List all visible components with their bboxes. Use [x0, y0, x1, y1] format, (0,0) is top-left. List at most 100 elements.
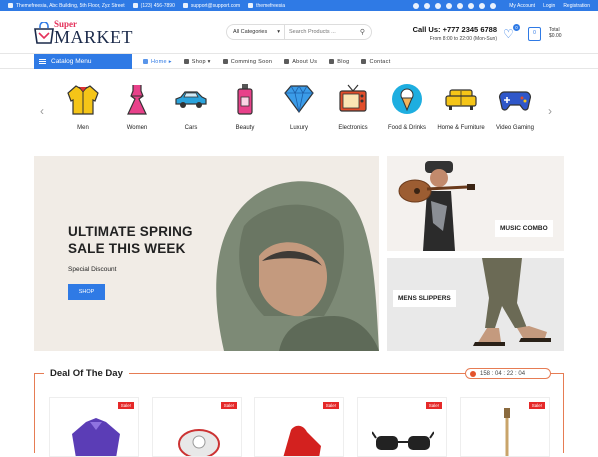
wishlist-button[interactable]: ♡ 0 [503, 24, 520, 41]
flickr-icon[interactable] [468, 2, 475, 9]
site-header: Super MARKET All Categories ▾ ⚲ Call Us: … [0, 11, 598, 53]
category-luxury[interactable]: Luxury [274, 80, 324, 132]
skype-text[interactable]: themefreesia [256, 3, 285, 9]
category-home-furniture[interactable]: Home & Furniture [436, 80, 486, 132]
phone-text[interactable]: (123) 456-7890 [141, 3, 175, 9]
hero-heading-line-2: SALE THIS WEEK [68, 241, 186, 256]
product-image [504, 408, 510, 456]
dribbble-icon[interactable] [446, 2, 453, 9]
promo-mens-slippers[interactable]: MENS SLIPPERS [387, 258, 564, 351]
chevron-right-icon[interactable]: › [548, 104, 552, 118]
category-video-gaming[interactable]: Video Gaming [490, 80, 540, 132]
product-card[interactable]: Sale! [49, 397, 139, 457]
sale-badge: Sale! [117, 402, 134, 409]
nav-item-shop[interactable]: Shop ▾ [183, 58, 211, 65]
shop-button[interactable]: SHOP [68, 284, 105, 300]
category-label: Video Gaming [496, 125, 534, 131]
email-info[interactable]: support@support.com [182, 3, 240, 9]
nav-item-about-us[interactable]: About Us [284, 59, 317, 65]
nav-item-contact[interactable]: Contact [361, 59, 390, 65]
promo-music-combo[interactable]: MUSIC COMBO [387, 156, 564, 251]
hero-banner[interactable]: ULTIMATE SPRING SALE THIS WEEK Special D… [34, 156, 379, 351]
category-food-drinks[interactable]: Food & Drinks [382, 80, 432, 132]
promo-label: MUSIC COMBO [495, 220, 553, 237]
category-women[interactable]: Women [112, 80, 162, 132]
category-label: Cars [184, 125, 198, 131]
site-logo[interactable]: Super MARKET [34, 18, 133, 50]
skype-icon [248, 3, 254, 8]
deal-countdown-timer: 158 : 04 : 22 : 04 [465, 368, 551, 379]
registration-link[interactable]: Registration [563, 3, 590, 9]
hooded-man-image [216, 181, 379, 351]
cart-count: 0 [533, 30, 536, 36]
nav-item-blog[interactable]: Blog [329, 59, 349, 65]
category-label: Women [126, 125, 148, 131]
top-bar: Themefreesia, Abc Building, 5th Floor, Z… [0, 0, 598, 11]
catalog-menu-button[interactable]: Catalog Menu [34, 54, 132, 69]
hamburger-icon [39, 59, 46, 64]
nav-item-label: About Us [292, 58, 318, 65]
contact-info: Call Us: +777 2345 6788 From 8:00 to 22:… [407, 25, 497, 42]
search-icon[interactable]: ⚲ [360, 28, 365, 36]
address-text: Themefreesia, Abc Building, 5th Floor, Z… [16, 2, 125, 9]
category-electronics[interactable]: Electronics [328, 80, 378, 132]
facebook-icon[interactable] [413, 2, 420, 9]
users-icon [284, 59, 290, 64]
category-select[interactable]: All Categories ▾ [227, 25, 285, 39]
category-cars[interactable]: Cars [166, 80, 216, 132]
location-icon [8, 3, 13, 8]
tv-icon [339, 84, 367, 112]
category-label: Electronics [338, 125, 368, 131]
wishlist-count-badge: 0 [513, 24, 520, 31]
category-beauty[interactable]: Beauty [220, 80, 270, 132]
product-card[interactable]: Sale! [254, 397, 344, 457]
category-men[interactable]: Men [58, 80, 108, 132]
hero-heading: ULTIMATE SPRING SALE THIS WEEK [68, 223, 193, 257]
nav-item-label: Home [151, 58, 167, 65]
cart-button[interactable]: 0 [528, 27, 541, 41]
search-input[interactable] [289, 29, 359, 35]
product-image [283, 425, 321, 456]
slippers-legs-image [473, 258, 551, 346]
phone-info[interactable]: (123) 456-7890 [132, 3, 175, 9]
product-card[interactable]: Sale! [152, 397, 242, 457]
link-icon[interactable] [490, 2, 497, 9]
deal-timer-value: 158 : 04 : 22 : 04 [480, 370, 526, 377]
product-card[interactable]: Sale! [357, 397, 447, 457]
category-label: Beauty [235, 125, 255, 131]
login-link[interactable]: Login [543, 3, 555, 9]
nav-menu: Home ▸ Shop ▾ Comming Soon About Us Blog… [143, 54, 403, 69]
cart-total[interactable]: Total $0.00 [549, 27, 562, 39]
category-label: Luxury [289, 125, 308, 131]
instagram-icon[interactable] [457, 2, 464, 9]
main-navigation: Catalog Menu Home ▸ Shop ▾ Comming Soon … [0, 53, 598, 69]
heart-icon: ♡ [503, 27, 514, 41]
twitter-icon[interactable] [424, 2, 431, 9]
sale-badge: Sale! [220, 402, 237, 409]
email-icon [182, 3, 188, 8]
call-us-text: Call Us: +777 2345 6788 [412, 25, 497, 34]
skype-info[interactable]: themefreesia [248, 3, 285, 9]
ice-cream-icon [392, 84, 422, 114]
my-account-link[interactable]: My Account [509, 3, 535, 9]
nav-item-label: Shop [191, 58, 206, 65]
category-label: Food & Drinks [387, 125, 426, 131]
category-select-value[interactable]: All Categories [233, 29, 267, 35]
sale-badge: Sale! [425, 402, 442, 409]
hero-heading-line-1: ULTIMATE SPRING [68, 224, 193, 239]
nav-item-label: Comming Soon [230, 58, 273, 65]
product-image [372, 431, 434, 450]
nav-item-home[interactable]: Home ▸ [143, 59, 172, 65]
product-image [178, 429, 220, 456]
email-text[interactable]: support@support.com [191, 3, 240, 9]
shopping-bag-icon [34, 22, 54, 44]
caret-down-icon: ▾ [207, 58, 211, 65]
linkedin-icon[interactable] [479, 2, 486, 9]
nav-item-comming-soon[interactable]: Comming Soon [222, 58, 273, 65]
sale-badge: Sale! [528, 402, 545, 409]
pinterest-icon[interactable] [435, 2, 442, 9]
search-bar: All Categories ▾ ⚲ [226, 24, 372, 40]
product-card[interactable]: Sale! [460, 397, 550, 457]
guitar-man-image [398, 161, 475, 251]
chevron-left-icon[interactable]: ‹ [40, 104, 44, 118]
